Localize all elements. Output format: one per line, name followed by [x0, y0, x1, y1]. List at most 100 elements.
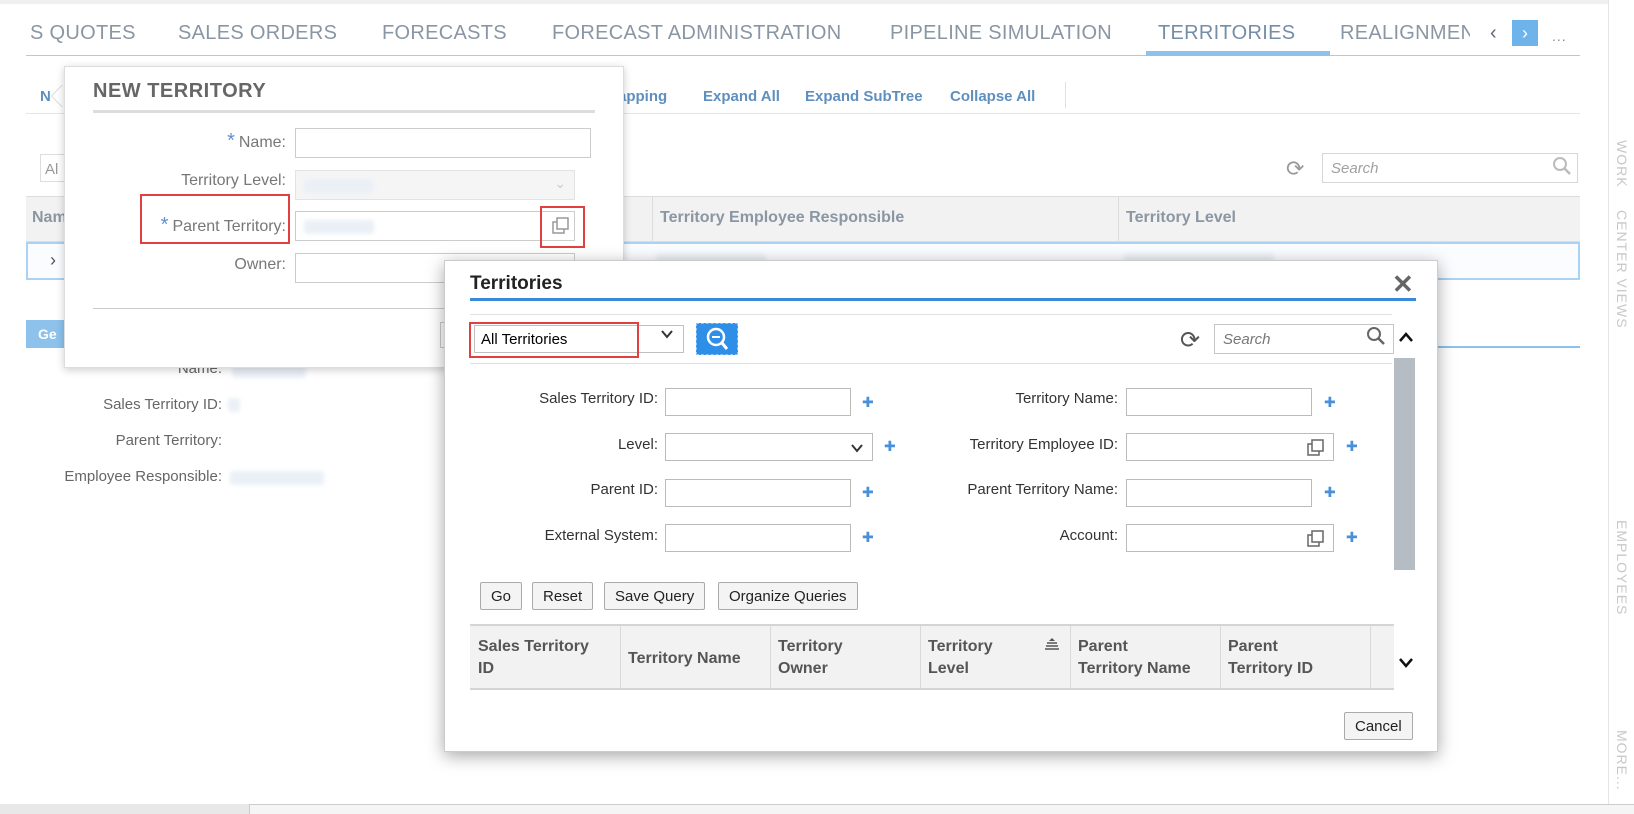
toolbar-new-link[interactable]: N: [40, 88, 51, 105]
footer-tab[interactable]: [0, 804, 250, 814]
parent-territory-input[interactable]: [295, 211, 575, 241]
col-territory-level[interactable]: Territory Level: [1126, 209, 1236, 227]
tab-realignment[interactable]: REALIGNMEN: [1340, 22, 1470, 45]
col-territory-owner[interactable]: Territory Owner: [778, 636, 843, 680]
tab-forecast-administration[interactable]: FORECAST ADMINISTRATION: [552, 22, 842, 45]
col-line: Territory Name: [628, 650, 741, 667]
col-parent-territory-id[interactable]: Parent Territory ID: [1228, 636, 1313, 680]
col-territory-name[interactable]: Territory Name: [628, 648, 741, 670]
col-divider: [1220, 626, 1221, 688]
nav-more-icon[interactable]: ...: [1552, 28, 1567, 44]
account-label: Account:: [1059, 527, 1118, 544]
territory-level-select[interactable]: ⌄: [295, 170, 575, 200]
add-condition-icon[interactable]: ✚: [884, 438, 896, 455]
highlight-value-help: [540, 206, 585, 248]
refresh-icon[interactable]: ⟳: [1180, 326, 1200, 355]
add-condition-icon[interactable]: ✚: [1346, 438, 1358, 455]
popover-title: NEW TERRITORY: [93, 80, 267, 102]
parent-id-input[interactable]: [665, 479, 851, 507]
dialog-scrollbar[interactable]: [1394, 358, 1415, 570]
active-tab-indicator: [1146, 51, 1330, 56]
expand-all-link[interactable]: Expand All: [703, 88, 780, 105]
toolbar-divider: [1065, 82, 1066, 108]
parent-territory-name-label: Parent Territory Name:: [967, 481, 1118, 498]
toolbar-mapping-link[interactable]: apping: [618, 88, 667, 105]
blurred-value: [228, 398, 240, 412]
col-divider: [1370, 626, 1371, 688]
add-condition-icon[interactable]: ✚: [862, 529, 874, 546]
rail-work[interactable]: WORK: [1614, 140, 1630, 188]
highlight-parent-label: [140, 194, 290, 244]
list-search-input[interactable]: Search: [1322, 153, 1578, 183]
cancel-button[interactable]: Cancel: [1344, 712, 1413, 740]
add-condition-icon[interactable]: ✚: [1324, 394, 1336, 411]
rail-center-views[interactable]: CENTER VIEWS: [1614, 210, 1630, 329]
dialog-title-line: [470, 298, 1416, 301]
col-line: Owner: [778, 660, 828, 677]
organize-queries-button[interactable]: Organize Queries: [718, 582, 858, 610]
col-divider: [1118, 196, 1119, 242]
external-system-input[interactable]: [665, 524, 851, 552]
tab-sales-orders[interactable]: SALES ORDERS: [178, 22, 337, 45]
collapse-all-link[interactable]: Collapse All: [950, 88, 1035, 105]
add-condition-icon[interactable]: ✚: [862, 394, 874, 411]
dialog-title: Territories: [470, 273, 563, 294]
territory-employee-id-label: Territory Employee ID:: [969, 436, 1118, 453]
value-help-icon[interactable]: [1307, 530, 1325, 553]
external-system-label: External System:: [544, 527, 658, 544]
reset-button[interactable]: Reset: [532, 582, 594, 610]
list-search-icon[interactable]: [1552, 156, 1572, 181]
scroll-down-icon[interactable]: [1398, 656, 1414, 674]
save-query-button[interactable]: Save Query: [604, 582, 706, 610]
go-button[interactable]: Go: [480, 582, 523, 610]
col-divider: [620, 626, 621, 688]
value-help-icon[interactable]: [1307, 439, 1325, 462]
col-divider: [770, 626, 771, 688]
territory-employee-id-input[interactable]: [1126, 433, 1334, 461]
col-line: Parent: [1078, 638, 1128, 655]
required-icon: *: [227, 130, 235, 152]
col-line: Territory ID: [1228, 660, 1314, 677]
territory-name-label: Territory Name:: [1015, 390, 1118, 407]
highlight-query-select: [469, 322, 639, 358]
chevron-down-icon: [850, 441, 864, 459]
add-condition-icon[interactable]: ✚: [1346, 529, 1358, 546]
account-input[interactable]: [1126, 524, 1334, 552]
level-select[interactable]: [665, 433, 873, 461]
row-expand-icon[interactable]: ›: [50, 250, 56, 271]
add-condition-icon[interactable]: ✚: [862, 484, 874, 501]
col-line: Sales Territory: [478, 638, 589, 655]
name-input[interactable]: [295, 128, 591, 158]
tab-forecasts[interactable]: FORECASTS: [382, 22, 507, 45]
tab-pipeline-simulation[interactable]: PIPELINE SIMULATION: [890, 22, 1112, 45]
chevron-down-icon[interactable]: [660, 327, 674, 346]
col-parent-territory-name[interactable]: Parent Territory Name: [1078, 636, 1191, 680]
col-sales-territory-id[interactable]: Sales Territory ID: [478, 636, 589, 680]
sort-icon[interactable]: [1044, 638, 1060, 657]
col-territory-level[interactable]: Territory Level: [928, 636, 993, 680]
col-line: Territory Name: [1078, 660, 1191, 677]
nav-prev-icon[interactable]: ‹: [1490, 22, 1497, 45]
territory-name-input[interactable]: [1126, 388, 1312, 416]
detail-parent-territory-label: Parent Territory:: [115, 432, 222, 449]
expand-subtree-link[interactable]: Expand SubTree: [805, 88, 923, 105]
owner-label: Owner:: [234, 256, 286, 273]
tab-territories[interactable]: TERRITORIES: [1158, 22, 1295, 45]
rail-more[interactable]: MORE...: [1614, 730, 1630, 791]
add-condition-icon[interactable]: ✚: [1324, 484, 1336, 501]
chevron-down-icon: ⌄: [554, 175, 566, 191]
tab-general[interactable]: Ge: [26, 320, 66, 348]
col-employee-responsible[interactable]: Territory Employee Responsible: [660, 209, 904, 227]
close-icon[interactable]: ✕: [1392, 269, 1414, 300]
advanced-search-icon[interactable]: [696, 323, 738, 355]
detail-employee-label: Employee Responsible:: [64, 468, 222, 485]
list-refresh-icon[interactable]: ⟳: [1286, 156, 1304, 182]
search-icon[interactable]: [1366, 326, 1386, 351]
col-name[interactable]: Nam: [32, 209, 67, 227]
sales-territory-id-input[interactable]: [665, 388, 851, 416]
parent-territory-name-input[interactable]: [1126, 479, 1312, 507]
scroll-up-icon[interactable]: [1398, 330, 1414, 348]
rail-employees[interactable]: EMPLOYEES: [1614, 520, 1630, 615]
nav-next-icon[interactable]: ›: [1512, 20, 1538, 46]
tab-quotes[interactable]: S QUOTES: [30, 22, 136, 45]
